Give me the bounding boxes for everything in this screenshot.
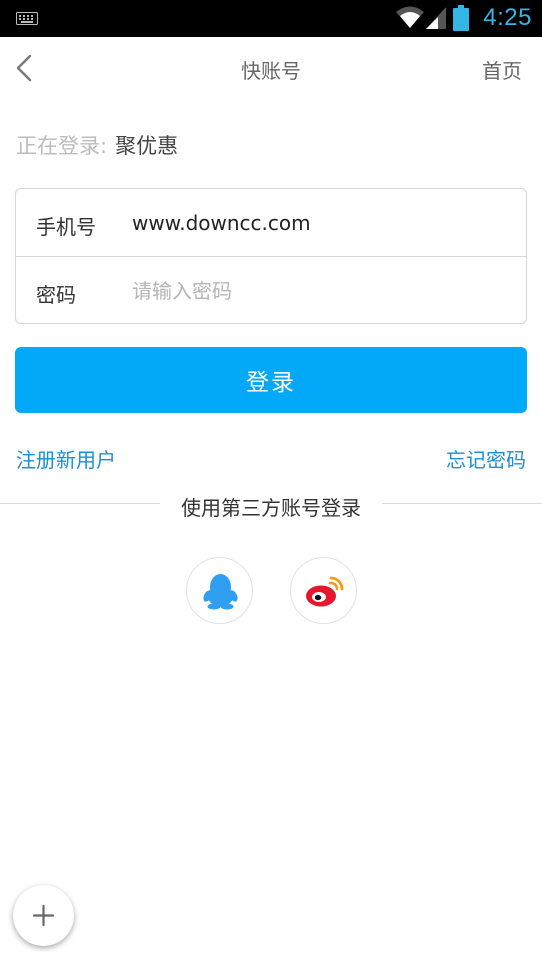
plus-icon (32, 904, 55, 927)
login-form: 手机号 密码 (15, 188, 527, 324)
home-link[interactable]: 首页 (482, 55, 522, 84)
password-input[interactable] (132, 271, 512, 311)
signal-icon (426, 7, 446, 29)
floating-add-button[interactable] (13, 885, 74, 946)
third-party-title: 使用第三方账号登录 (181, 496, 361, 520)
register-link[interactable]: 注册新用户 (16, 444, 116, 473)
nav-bar: 快账号 首页 (0, 37, 542, 99)
wifi-icon (396, 6, 424, 28)
account-label: 正在登录: (16, 134, 108, 158)
phone-label: 手机号 (36, 215, 96, 239)
phone-row: 手机号 (16, 189, 526, 257)
qq-login-button[interactable] (186, 557, 253, 624)
password-row: 密码 (16, 257, 526, 325)
page-title: 快账号 (241, 59, 301, 83)
status-time: 4:25 (483, 4, 532, 31)
battery-icon (453, 5, 469, 31)
weibo-login-button[interactable] (290, 557, 357, 624)
status-bar: 4:25 (0, 0, 542, 37)
forgot-password-link[interactable]: 忘记密码 (446, 444, 526, 473)
password-label: 密码 (36, 283, 76, 307)
phone-input[interactable] (132, 203, 512, 243)
weibo-icon (306, 576, 344, 607)
divider-right (382, 503, 542, 504)
current-account: 正在登录: 聚优惠 (16, 130, 178, 160)
account-name: 聚优惠 (115, 134, 179, 158)
keyboard-icon (16, 12, 38, 25)
login-button[interactable]: 登录 (15, 347, 527, 413)
qq-penguin-icon (203, 574, 238, 610)
